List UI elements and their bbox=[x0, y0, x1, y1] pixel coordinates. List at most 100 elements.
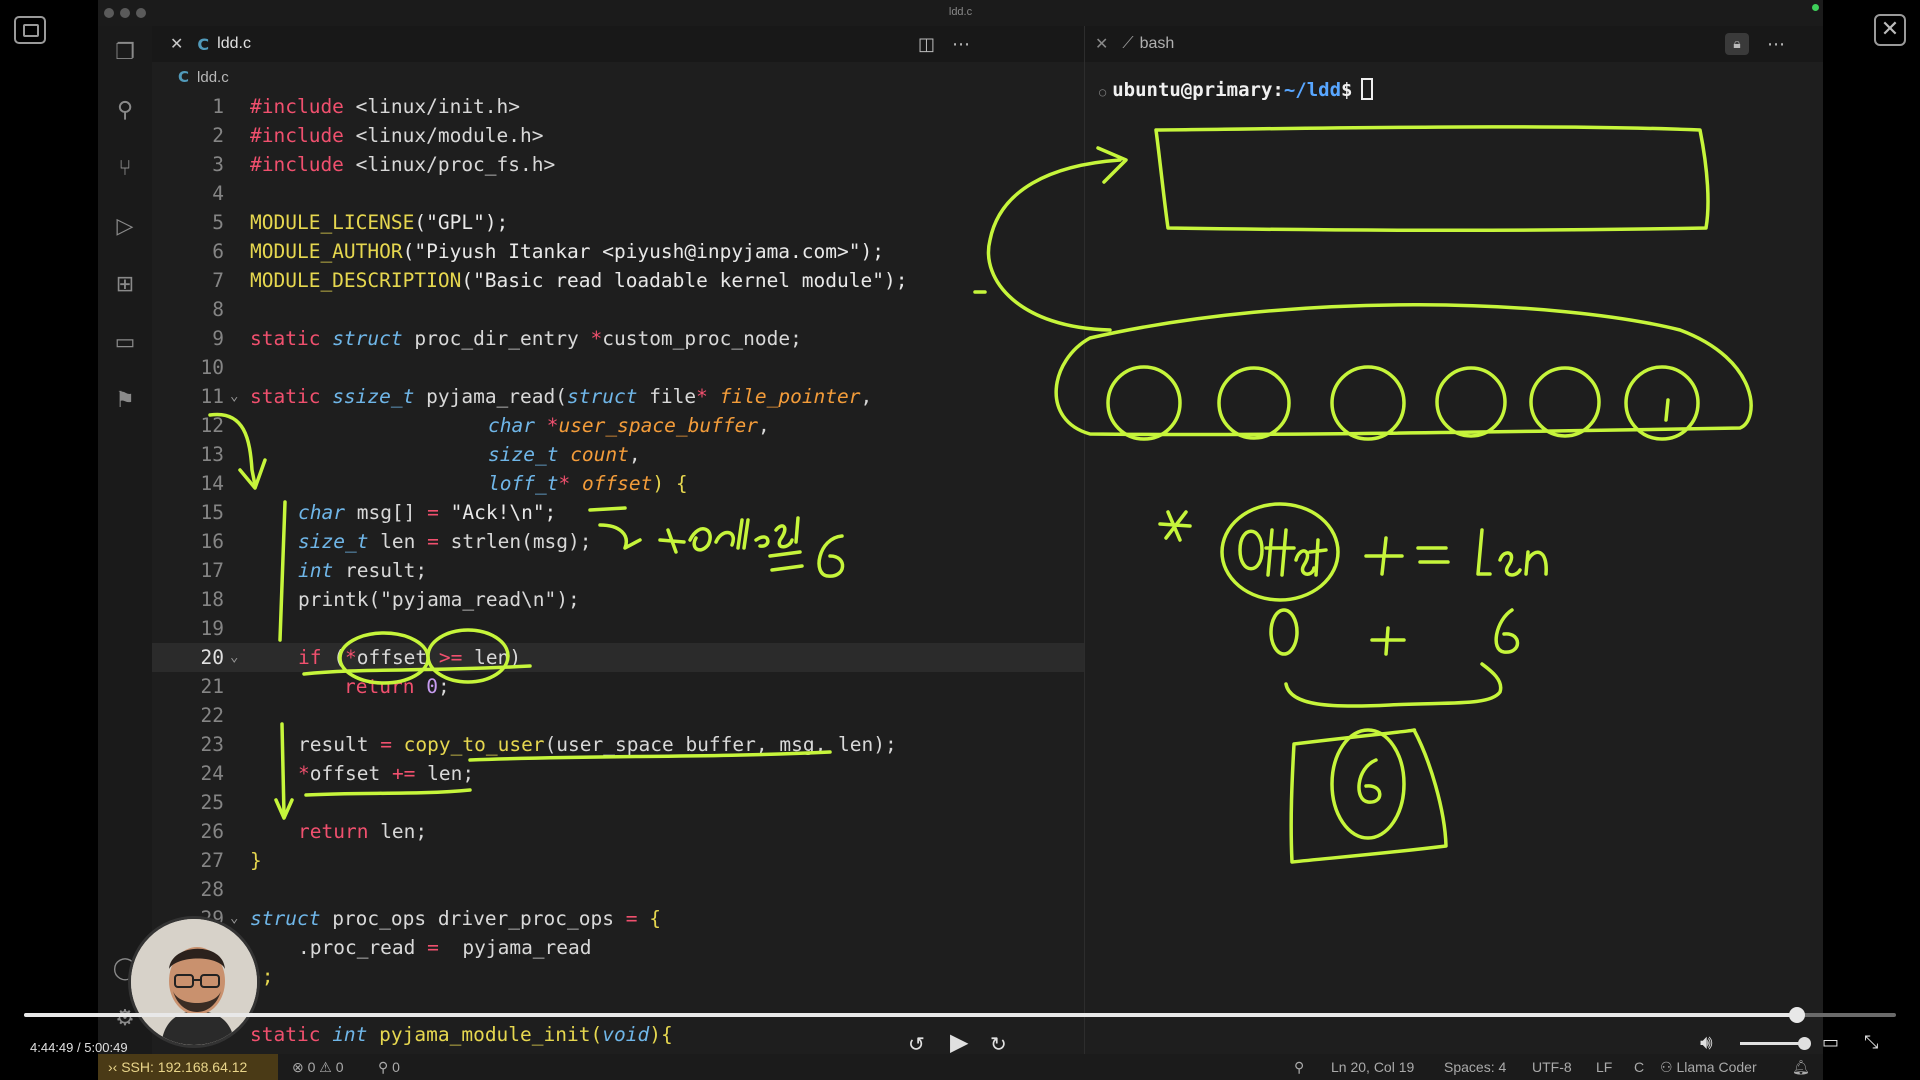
recording-indicator-icon bbox=[1812, 4, 1819, 11]
code-line: 5 MODULE_LICENSE("GPL"); bbox=[212, 211, 509, 234]
tab-close-icon[interactable]: ✕ bbox=[1095, 34, 1108, 54]
presenter-webcam-avatar bbox=[128, 916, 260, 1048]
code-line: 10 bbox=[200, 356, 224, 379]
volume-slider[interactable] bbox=[1740, 1042, 1806, 1045]
code-line: 2 #include <linux/module.h> bbox=[212, 124, 544, 147]
code-line: 12 char *user_space_buffer, bbox=[200, 414, 770, 437]
seek-bar[interactable] bbox=[24, 1007, 1896, 1023]
code-line-active: 20 ⌄ if (*offset >= len) bbox=[152, 643, 1084, 672]
prompt-user-host: ubuntu@primary bbox=[1112, 79, 1273, 101]
terminal-panel[interactable]: ○ ubuntu@primary:~/ldd$ bbox=[1085, 62, 1823, 1054]
code-line: 17 int result; bbox=[200, 559, 428, 582]
volume-icon[interactable]: 🔊︎ bbox=[1700, 1030, 1713, 1054]
code-line: 27} bbox=[200, 849, 262, 872]
extensions-icon[interactable]: ⊞ bbox=[112, 272, 138, 298]
fold-chevron-icon[interactable]: ⌄ bbox=[230, 643, 238, 672]
tab-label: bash bbox=[1139, 35, 1175, 52]
tab-close-icon[interactable]: ✕ bbox=[170, 34, 183, 54]
tab-bash[interactable]: ✕ ⟋ bash bbox=[1095, 26, 1174, 62]
code-line: 3 #include <linux/proc_fs.h> bbox=[212, 153, 556, 176]
more-actions-icon[interactable]: ⋯ bbox=[952, 34, 970, 55]
close-icon[interactable]: ✕ bbox=[1874, 14, 1906, 46]
seek-bar-progress bbox=[24, 1013, 1797, 1017]
code-line: .proc_read = pyjama_read bbox=[298, 936, 592, 959]
ports-indicator[interactable]: ⚲ 0 bbox=[378, 1059, 400, 1076]
code-line: 26 return len; bbox=[200, 820, 428, 843]
terminal-tab-bar: ✕ ⟋ bash 🔒︎ ⋯ bbox=[1085, 26, 1823, 62]
tab-label: ldd.c bbox=[217, 35, 251, 52]
code-line: }; bbox=[250, 965, 274, 988]
breadcrumb[interactable]: Cldd.c bbox=[178, 68, 229, 86]
bookmark-icon[interactable]: ⚑ bbox=[112, 388, 138, 414]
c-file-icon: C bbox=[197, 34, 210, 54]
breadcrumb-file: ldd.c bbox=[197, 69, 229, 86]
problems-indicator[interactable]: ⊗ 0 ⚠ 0 bbox=[292, 1059, 344, 1076]
terminal-cursor bbox=[1360, 78, 1373, 100]
cursor-position[interactable]: Ln 20, Col 19 bbox=[1331, 1059, 1414, 1075]
language-mode[interactable]: C bbox=[1634, 1059, 1644, 1075]
fold-chevron-icon[interactable]: ⌄ bbox=[230, 382, 238, 411]
notifications-bell-icon[interactable]: 🔔︎ bbox=[1792, 1059, 1810, 1076]
volume-slider-handle[interactable] bbox=[1798, 1037, 1811, 1050]
play-icon[interactable]: ▶ bbox=[950, 1028, 968, 1056]
activity-bar: ❐ ⚲ ⑂ ▷ ⊞ ▭ ⚑ ◯ ⚙ bbox=[98, 26, 152, 1054]
code-line: 15 char msg[] = "Ack!\n"; bbox=[200, 501, 557, 524]
code-line: 14 loff_t* offset) { bbox=[200, 472, 688, 495]
remote-indicator[interactable]: ›‹ SSH: 192.168.64.12 bbox=[98, 1054, 278, 1080]
remote-icon: ›‹ bbox=[108, 1059, 122, 1075]
search-icon[interactable]: ⚲ bbox=[112, 98, 138, 124]
presenter-face-icon bbox=[131, 919, 257, 1045]
code-line: 11 ⌄ static ssize_t pyjama_read(struct fil… bbox=[152, 382, 1084, 411]
captions-icon[interactable]: ▭ bbox=[1822, 1032, 1839, 1053]
code-line: 18 printk("pyjama_read\n"); bbox=[200, 588, 580, 611]
tab-ldd-c[interactable]: ✕ C ldd.c bbox=[170, 26, 251, 62]
c-file-icon: C bbox=[178, 68, 190, 86]
prompt-circle-icon: ○ bbox=[1099, 85, 1107, 99]
code-line: 16 size_t len = strlen(msg); bbox=[200, 530, 592, 553]
code-line: 9 static struct proc_dir_entry *custom_pr… bbox=[212, 327, 802, 350]
remote-explorer-icon[interactable]: ▭ bbox=[112, 330, 138, 356]
code-line: 29⌄struct proc_ops driver_proc_ops = { bbox=[152, 904, 1084, 933]
code-line: 6 MODULE_AUTHOR("Piyush Itankar <piyush@i… bbox=[212, 240, 884, 263]
code-line: 23 result = copy_to_user(user_space_buffe… bbox=[200, 733, 897, 756]
code-line: 28 bbox=[200, 878, 224, 901]
prompt-symbol: $ bbox=[1341, 79, 1353, 101]
lock-icon[interactable]: 🔒︎ bbox=[1725, 33, 1749, 55]
editor-tab-bar: ✕ C ldd.c ◫ ⋯ bbox=[152, 26, 1084, 62]
split-editor-icon[interactable]: ◫ bbox=[918, 34, 935, 55]
terminal-prompt: ○ ubuntu@primary:~/ldd$ bbox=[1099, 78, 1373, 101]
code-line: 4 bbox=[212, 182, 224, 205]
llama-coder-status[interactable]: ⚇ Llama Coder bbox=[1660, 1059, 1757, 1076]
code-line: 13 size_t count, bbox=[200, 443, 641, 466]
zoom-icon[interactable]: ⚲ bbox=[1294, 1059, 1304, 1076]
seek-bar-handle[interactable] bbox=[1788, 1007, 1805, 1023]
code-line: 22 bbox=[200, 704, 224, 727]
prompt-path: ~/ldd bbox=[1283, 79, 1342, 101]
encoding[interactable]: UTF-8 bbox=[1532, 1059, 1572, 1075]
line-ending[interactable]: LF bbox=[1596, 1059, 1612, 1075]
code-line: static int pyjama_module_init(void){ bbox=[250, 1023, 673, 1046]
playback-time: 4:44:49 / 5:00:49 bbox=[30, 1040, 128, 1055]
more-actions-icon[interactable]: ⋯ bbox=[1767, 34, 1785, 55]
code-line: 8 bbox=[212, 298, 224, 321]
status-bar: ›‹ SSH: 192.168.64.12 ⊗ 0 ⚠ 0 ⚲ 0 ⚲ Ln 2… bbox=[98, 1054, 1823, 1080]
window-title: ldd.c bbox=[948, 6, 973, 18]
titlebar: ldd.c bbox=[98, 0, 1823, 26]
code-line: 24 *offset += len; bbox=[200, 762, 475, 785]
code-line: 7 MODULE_DESCRIPTION("Basic read loadable… bbox=[212, 269, 908, 292]
code-line: 21 return 0; bbox=[200, 675, 450, 698]
explorer-icon[interactable]: ❐ bbox=[112, 40, 138, 66]
editor-window: ldd.c ❐ ⚲ ⑂ ▷ ⊞ ▭ ⚑ ◯ ⚙ ✕ C ldd.c ◫ ⋯ Cl… bbox=[98, 0, 1823, 1080]
picture-in-picture-icon[interactable] bbox=[14, 16, 46, 44]
source-control-icon[interactable]: ⑂ bbox=[112, 156, 138, 182]
rewind-10-icon[interactable]: ↺ bbox=[908, 1032, 925, 1056]
terminal-icon: ⟋ bbox=[1122, 35, 1134, 52]
code-line: 1 #include <linux/init.h> bbox=[212, 95, 521, 118]
forward-10-icon[interactable]: ↻ bbox=[990, 1032, 1007, 1056]
run-debug-icon[interactable]: ▷ bbox=[112, 214, 138, 240]
code-line: 25 bbox=[200, 791, 224, 814]
code-editor[interactable]: 1 #include <linux/init.h> 2 #include <linu… bbox=[152, 92, 1084, 1054]
indentation[interactable]: Spaces: 4 bbox=[1444, 1059, 1506, 1075]
code-line: 19 bbox=[200, 617, 224, 640]
exit-fullscreen-icon[interactable]: ⤡ bbox=[1864, 1032, 1878, 1053]
